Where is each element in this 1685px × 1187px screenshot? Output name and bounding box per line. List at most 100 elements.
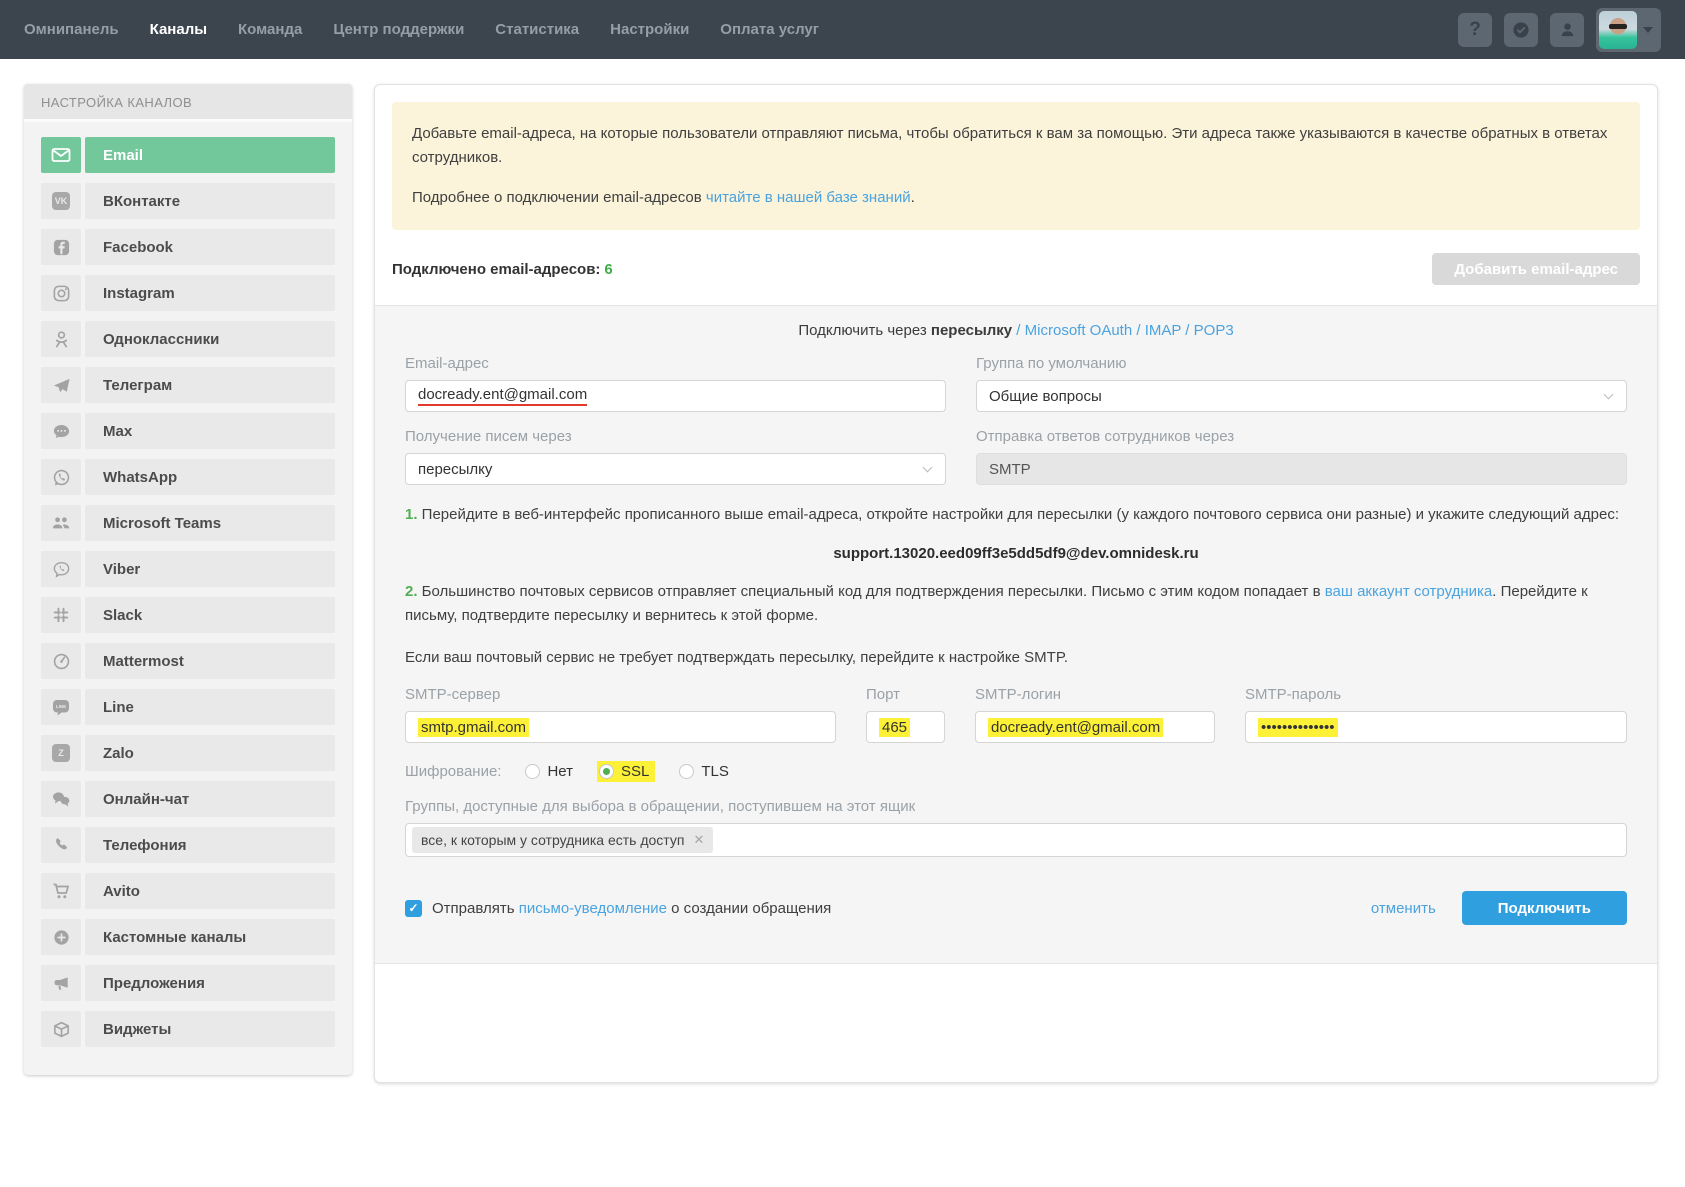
remove-tag-icon[interactable]: ✕ — [693, 832, 704, 848]
notice-kb-line: Подробнее о подключении email-адресов чи… — [412, 186, 1620, 210]
nav-item-payment[interactable]: Оплата услуг — [720, 21, 819, 38]
telegram-icon — [41, 367, 81, 403]
chevron-down-icon — [923, 463, 933, 473]
sidebar-item-box[interactable]: Виджеты — [41, 1011, 335, 1047]
sidebar-item-megaphone[interactable]: Предложения — [41, 965, 335, 1001]
notification-letter-link[interactable]: письмо-уведомление — [519, 900, 667, 917]
nav-item-omnipanel[interactable]: Омнипанель — [24, 21, 119, 38]
nav-item-team[interactable]: Команда — [238, 21, 302, 38]
sidebar-item-teams[interactable]: Microsoft Teams — [41, 505, 335, 541]
box-icon — [41, 1011, 81, 1047]
notify-suffix: о создании обращения — [667, 900, 831, 917]
sidebar-item-cart[interactable]: Avito — [41, 873, 335, 909]
step-1: 1. Перейдите в веб-интерфейс прописанног… — [405, 503, 1627, 527]
sidebar-item-label: Одноклассники — [85, 321, 335, 357]
sidebar-item-zalo[interactable]: ZZalo — [41, 735, 335, 771]
profile-button[interactable] — [1550, 13, 1584, 47]
notify-text: Отправлять письмо-уведомление о создании… — [432, 900, 831, 917]
sidebar-item-vk[interactable]: VKВКонтакте — [41, 183, 335, 219]
default-group-select[interactable]: Общие вопросы — [976, 380, 1627, 412]
email-address-input[interactable]: docready.ent@gmail.com — [405, 380, 946, 412]
smtp-password-input[interactable]: •••••••••••••• — [1245, 711, 1627, 743]
sidebar-item-label: Предложения — [85, 965, 335, 1001]
sidebar-item-label: Zalo — [85, 735, 335, 771]
send-method-field: SMTP — [976, 453, 1627, 485]
smtp-login-input[interactable]: docready.ent@gmail.com — [975, 711, 1215, 743]
radio-label: Нет — [547, 763, 573, 780]
form-footer: ✓ Отправлять письмо-уведомление о создан… — [405, 891, 1627, 925]
nav-item-statistics[interactable]: Статистика — [495, 21, 579, 38]
sidebar-title: НАСТРОЙКА КАНАЛОВ — [24, 84, 352, 122]
sidebar-item-plus[interactable]: Кастомные каналы — [41, 919, 335, 955]
notify-prefix: Отправлять — [432, 900, 519, 917]
encryption-radio-tls[interactable]: TLS — [679, 763, 729, 780]
smtp-password-label: SMTP-пароль — [1245, 686, 1627, 703]
notice-line2-prefix: Подробнее о подключении email-адресов — [412, 189, 706, 206]
teams-icon — [41, 505, 81, 541]
tab-imap[interactable]: IMAP — [1145, 322, 1181, 339]
encryption-row: Шифрование: НетSSLTLS — [405, 761, 1627, 782]
plus-icon — [41, 919, 81, 955]
tab-pop3[interactable]: POP3 — [1194, 322, 1234, 339]
page: Омнипанель Каналы Команда Центр поддержки Ст… — [0, 0, 1685, 1187]
connected-row: Подключено email-адресов:6 Добавить emai… — [375, 247, 1657, 305]
groups-input[interactable]: все, к которым у сотрудника есть доступ … — [405, 823, 1627, 857]
sidebar-item-telegram[interactable]: Телеграм — [41, 367, 335, 403]
step-2-text: Большинство почтовых сервисов отправляет… — [418, 583, 1325, 600]
email-settings-panel: Добавьте email-адреса, на которые пользо… — [374, 84, 1658, 1083]
sidebar-item-label: Email — [85, 137, 335, 173]
tab-microsoft-oauth[interactable]: Microsoft OAuth — [1025, 322, 1133, 339]
step-1-text: Перейдите в веб-интерфейс прописанного в… — [418, 506, 1619, 523]
sidebar-item-phone[interactable]: Телефония — [41, 827, 335, 863]
radio-icon — [525, 764, 540, 779]
verified-button[interactable] — [1504, 13, 1538, 47]
tab-separator: / — [1181, 322, 1194, 339]
radio-icon — [599, 764, 614, 779]
encryption-radio-нет[interactable]: Нет — [525, 763, 573, 780]
sidebar-item-whatsapp[interactable]: WhatsApp — [41, 459, 335, 495]
profile-icon — [1558, 20, 1577, 39]
sidebar-item-instagram[interactable]: Instagram — [41, 275, 335, 311]
email-address-value: docready.ent@gmail.com — [418, 386, 587, 406]
help-button[interactable]: ? — [1458, 13, 1492, 47]
receive-method-label: Получение писем через — [405, 428, 946, 445]
sidebar-item-line[interactable]: LINELine — [41, 689, 335, 725]
notify-checkbox[interactable]: ✓ — [405, 900, 422, 917]
forwarding-address: support.13020.eed09ff3e5dd5df9@dev.omnid… — [405, 545, 1627, 562]
connect-button[interactable]: Подключить — [1462, 891, 1627, 925]
nav-item-channels[interactable]: Каналы — [150, 21, 207, 38]
viber-icon — [41, 551, 81, 587]
account-menu-button[interactable] — [1596, 8, 1661, 52]
sidebar-item-max[interactable]: Max — [41, 413, 335, 449]
sidebar-item-label: Телеграм — [85, 367, 335, 403]
slack-icon — [41, 597, 81, 633]
cancel-link[interactable]: отменить — [1371, 900, 1436, 917]
port-input[interactable]: 465 — [866, 711, 945, 743]
instagram-icon — [41, 275, 81, 311]
knowledge-base-link[interactable]: читайте в нашей базе знаний — [706, 189, 911, 206]
sidebar-item-chat[interactable]: Онлайн-чат — [41, 781, 335, 817]
sidebar-item-odnoklassniki[interactable]: Одноклассники — [41, 321, 335, 357]
sidebar-item-label: Кастомные каналы — [85, 919, 335, 955]
smtp-password-value: •••••••••••••• — [1258, 718, 1338, 737]
sidebar-item-mattermost[interactable]: Mattermost — [41, 643, 335, 679]
sidebar-item-facebook[interactable]: Facebook — [41, 229, 335, 265]
radio-icon — [679, 764, 694, 779]
receive-method-select[interactable]: пересылку — [405, 453, 946, 485]
sidebar-item-label: Виджеты — [85, 1011, 335, 1047]
staff-account-link[interactable]: ваш аккаунт сотрудника — [1325, 583, 1493, 600]
sidebar-item-label: Max — [85, 413, 335, 449]
notice-text: Добавьте email-адреса, на которые пользо… — [412, 122, 1620, 170]
sidebar-item-slack[interactable]: Slack — [41, 597, 335, 633]
send-method-value: SMTP — [989, 461, 1031, 478]
receive-method-value: пересылку — [418, 461, 492, 478]
sidebar-item-email[interactable]: Email — [41, 137, 335, 173]
encryption-radio-ssl[interactable]: SSL — [597, 761, 655, 782]
smtp-server-input[interactable]: smtp.gmail.com — [405, 711, 836, 743]
nav-item-support-center[interactable]: Центр поддержки — [333, 21, 464, 38]
add-email-button[interactable]: Добавить email-адрес — [1432, 253, 1640, 285]
sidebar-item-viber[interactable]: Viber — [41, 551, 335, 587]
nav-item-settings[interactable]: Настройки — [610, 21, 689, 38]
email-icon — [41, 137, 81, 173]
sidebar-item-label: Slack — [85, 597, 335, 633]
